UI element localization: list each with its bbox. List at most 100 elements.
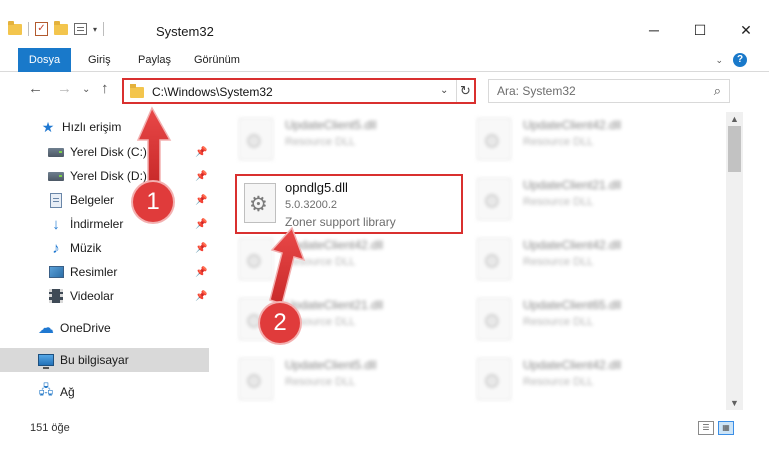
window-title: System32 xyxy=(156,24,214,39)
pin-icon[interactable]: 📌 xyxy=(195,219,207,230)
search-box[interactable]: ⌕ xyxy=(488,79,730,103)
file-name: UpdateClient42.dll xyxy=(285,238,384,252)
sidebar-item-videos[interactable]: Videolar 📌 xyxy=(0,284,212,308)
tab-file[interactable]: Dosya xyxy=(18,48,71,72)
vertical-scrollbar[interactable]: ▲ ▼ xyxy=(726,112,743,410)
tiles-view-icon[interactable]: ▦ xyxy=(718,421,734,435)
sidebar-item-this-pc[interactable]: Bu bilgisayar xyxy=(0,348,209,372)
file-item[interactable]: UpdateClient21.dll Resource DLL xyxy=(213,296,443,348)
file-item[interactable]: UpdateClient65.dll Resource DLL xyxy=(451,296,681,348)
navigation-bar: ← → ⌄ ↑ C:\Windows\System32 ⌄ ↻ ⌕ xyxy=(0,76,769,106)
expand-ribbon-chevron-icon[interactable]: ⌄ xyxy=(715,55,723,66)
file-item[interactable]: UpdateClient42.dll Resource DLL xyxy=(451,236,681,288)
toolbar-separator xyxy=(28,22,29,36)
pin-icon[interactable]: 📌 xyxy=(195,147,207,158)
sidebar-item-onedrive[interactable]: ☁ OneDrive xyxy=(0,316,212,340)
recent-locations-chevron-icon[interactable]: ⌄ xyxy=(82,84,90,95)
help-icon[interactable]: ? xyxy=(733,53,747,67)
scroll-thumb[interactable] xyxy=(728,126,741,172)
sidebar-item-label: Hızlı erişim xyxy=(62,120,122,134)
file-name: UpdateClient42.dll xyxy=(523,238,622,252)
sidebar-item-quick-access[interactable]: ★ Hızlı erişim xyxy=(0,115,212,139)
dll-file-icon xyxy=(239,358,273,400)
ribbon-controls: ⌄ ? xyxy=(715,53,747,67)
pin-icon[interactable]: 📌 xyxy=(195,243,207,254)
file-item[interactable]: UpdateClient42.dll Resource DLL xyxy=(451,116,681,168)
file-name: UpdateClient21.dll xyxy=(523,178,622,192)
file-item[interactable]: UpdateClient21.dll Resource DLL xyxy=(451,176,681,228)
sidebar-item-label: Bu bilgisayar xyxy=(60,353,129,367)
properties-icon[interactable] xyxy=(74,23,87,35)
view-switcher: ☰ ▦ xyxy=(698,421,734,435)
highlighted-file-item[interactable]: opndlg5.dll 5.0.3200.2 Zoner support lib… xyxy=(235,174,463,234)
file-description: Resource DLL xyxy=(523,256,594,268)
file-name: UpdateClient5.dll xyxy=(285,118,377,132)
sidebar-item-network[interactable]: 🖧 Ağ xyxy=(0,380,212,404)
sidebar-item-label: Yerel Disk (D:) xyxy=(70,169,147,183)
videos-icon xyxy=(48,288,64,304)
pin-icon[interactable]: 📌 xyxy=(195,195,207,206)
sidebar-item-label: Ağ xyxy=(60,385,75,399)
pin-icon[interactable]: 📌 xyxy=(195,267,207,278)
file-item[interactable]: UpdateClient5.dll Resource DLL xyxy=(213,356,443,408)
up-arrow-icon[interactable]: ↑ xyxy=(101,80,109,97)
address-path[interactable]: C:\Windows\System32 xyxy=(152,85,273,99)
dll-file-icon xyxy=(239,238,273,280)
sidebar-item-local-disk-d[interactable]: Yerel Disk (D:) 📌 xyxy=(0,164,212,188)
quick-access-toolbar: ✓ ▾ xyxy=(8,20,105,36)
sidebar-item-documents[interactable]: Belgeler 📌 xyxy=(0,188,212,212)
file-list: UpdateClient5.dll Resource DLL UpdateCli… xyxy=(213,112,725,410)
tab-home[interactable]: Giriş xyxy=(88,48,111,72)
file-description: Resource DLL xyxy=(523,136,594,148)
window-controls: ─ ☐ ✕ xyxy=(631,15,769,45)
address-dropdown-chevron-icon[interactable]: ⌄ xyxy=(440,85,448,96)
close-button[interactable]: ✕ xyxy=(723,15,769,45)
dll-file-icon xyxy=(244,183,276,223)
back-arrow-icon[interactable]: ← xyxy=(28,80,43,97)
computer-icon xyxy=(38,352,54,369)
sidebar-item-downloads[interactable]: ↓ İndirmeler 📌 xyxy=(0,212,212,236)
tab-view[interactable]: Görünüm xyxy=(194,48,240,72)
sidebar-item-label: Yerel Disk (C:) xyxy=(70,145,147,159)
tab-share[interactable]: Paylaş xyxy=(138,48,171,72)
file-item[interactable]: UpdateClient5.dll Resource DLL xyxy=(213,116,443,168)
sidebar-item-music[interactable]: ♪ Müzik 📌 xyxy=(0,236,212,260)
file-name: UpdateClient21.dll xyxy=(285,298,384,312)
details-view-icon[interactable]: ☰ xyxy=(698,421,714,435)
drive-icon xyxy=(48,144,64,160)
sidebar-item-label: Videolar xyxy=(70,289,114,303)
new-folder-icon[interactable] xyxy=(54,20,68,35)
forward-arrow-icon[interactable]: → xyxy=(57,80,72,97)
maximize-button[interactable]: ☐ xyxy=(677,15,723,45)
folder-icon[interactable] xyxy=(8,20,22,35)
search-icon[interactable]: ⌕ xyxy=(714,83,721,99)
file-name: opndlg5.dll xyxy=(285,180,348,195)
file-name: UpdateClient65.dll xyxy=(523,298,622,312)
scroll-up-icon[interactable]: ▲ xyxy=(730,114,739,124)
refresh-icon[interactable]: ↻ xyxy=(456,80,474,102)
file-name: UpdateClient42.dll xyxy=(523,118,622,132)
sidebar-item-local-disk-c[interactable]: Yerel Disk (C:) 📌 xyxy=(0,140,212,164)
file-item[interactable]: UpdateClient42.dll Resource DLL xyxy=(451,356,681,408)
address-bar[interactable]: C:\Windows\System32 ⌄ ↻ xyxy=(122,78,476,104)
file-description: Resource DLL xyxy=(285,376,356,388)
sidebar-item-pictures[interactable]: Resimler 📌 xyxy=(0,260,212,284)
scroll-down-icon[interactable]: ▼ xyxy=(730,398,739,408)
file-description: Resource DLL xyxy=(285,256,356,268)
search-input[interactable] xyxy=(489,80,689,102)
pictures-icon xyxy=(48,264,64,280)
folder-icon xyxy=(130,84,144,98)
sidebar-item-label: Resimler xyxy=(70,265,118,279)
pin-icon[interactable]: 📌 xyxy=(195,291,207,302)
customize-toolbar-dropdown[interactable]: ▾ xyxy=(93,25,97,34)
file-description: Resource DLL xyxy=(285,136,356,148)
star-icon: ★ xyxy=(41,118,55,135)
dll-file-icon xyxy=(477,358,511,400)
pin-icon[interactable]: 📌 xyxy=(195,171,207,182)
minimize-button[interactable]: ─ xyxy=(631,15,677,45)
properties-check-icon[interactable]: ✓ xyxy=(35,22,48,36)
file-item[interactable]: UpdateClient42.dll Resource DLL xyxy=(213,236,443,288)
step-one-badge: 1 xyxy=(133,182,173,222)
file-description: Resource DLL xyxy=(523,376,594,388)
dll-file-icon xyxy=(239,118,273,160)
